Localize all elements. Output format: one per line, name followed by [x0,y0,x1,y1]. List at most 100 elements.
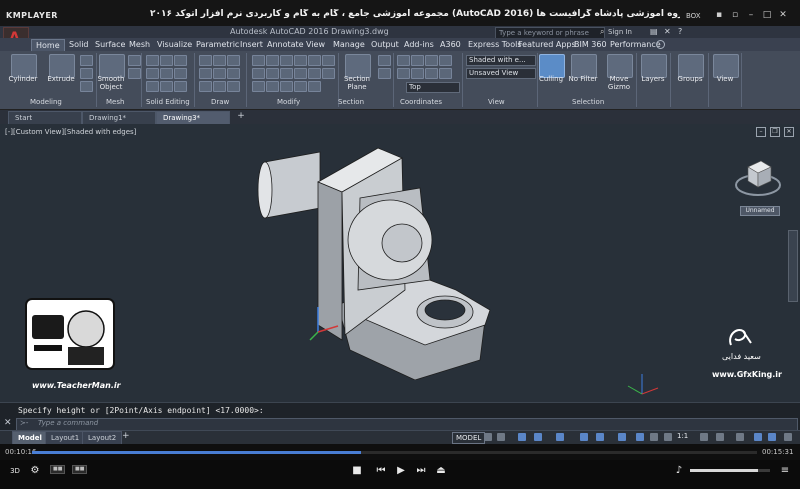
ucs-3point-icon[interactable] [439,68,452,79]
ucs-world-icon[interactable] [411,55,424,66]
copy-icon[interactable] [252,68,265,79]
erase-icon[interactable] [308,55,321,66]
panel-selection[interactable]: Selection [572,98,604,106]
slice-icon[interactable] [174,68,187,79]
annotation-monitor-icon[interactable] [716,433,724,441]
ucs-z-icon[interactable] [425,68,438,79]
culling-button[interactable]: Culling [535,75,567,83]
arc-icon[interactable] [199,68,212,79]
shell-icon[interactable] [160,81,173,92]
model-space-button[interactable]: MODEL [452,432,486,444]
tab-manage[interactable]: Manage [333,39,365,51]
maximize-icon[interactable]: □ [762,10,772,20]
new-layout-icon[interactable]: + [122,431,130,441]
sign-in-button[interactable]: Sign In [608,28,632,36]
offset-icon[interactable] [294,55,307,66]
tab-output[interactable]: Output [371,39,399,51]
no-filter-button[interactable]: No Filter [565,75,601,83]
named-view-combo[interactable]: Unsaved View [466,68,536,79]
skin-icon[interactable]: ▫ [730,10,740,20]
cylinder-button[interactable]: Cylinder [4,75,42,83]
annotation-visibility-icon[interactable] [664,433,672,441]
ucs-icon[interactable] [397,55,410,66]
subtract-icon[interactable] [160,55,173,66]
subtitle-toggle-icon[interactable]: ■■ [50,465,66,474]
panel-modify[interactable]: Modify [277,98,300,106]
spline-icon[interactable] [213,81,226,92]
separate-icon[interactable] [174,81,187,92]
cart-icon[interactable]: ▤ [650,27,658,36]
tab-performance[interactable]: Performance [610,39,661,51]
ucs-y-icon[interactable] [439,55,452,66]
circle-icon[interactable] [227,55,240,66]
stretch-icon[interactable] [322,55,335,66]
chamfer-edge-icon[interactable] [160,68,173,79]
settings-icon[interactable]: ⚙ [28,464,42,478]
tab-visualize[interactable]: Visualize [157,39,192,51]
tab-annotate[interactable]: Annotate [267,39,304,51]
3d-array-icon[interactable] [308,81,321,92]
tab-insert[interactable]: Insert [240,39,263,51]
revolve-icon[interactable] [80,55,93,66]
tab-view[interactable]: View [306,39,325,51]
panel-section[interactable]: Section [338,98,364,106]
panel-view[interactable]: View [488,98,505,106]
ortho-icon[interactable] [534,433,542,441]
isodraft-icon[interactable] [580,433,588,441]
ucs-view-icon[interactable] [411,68,424,79]
smooth-object-button[interactable]: Smooth Object [94,75,128,91]
viewport-close-icon[interactable]: ✕ [784,127,794,137]
object-snap-tracking-icon[interactable] [596,433,604,441]
previous-icon[interactable]: ⏮ [374,464,388,478]
minimize-icon[interactable]: – [746,10,756,20]
audio-toggle-icon[interactable]: ■■ [72,465,88,474]
tab-featured-apps[interactable]: Featured Apps [518,39,576,51]
align-icon[interactable] [252,81,265,92]
new-tab-icon[interactable]: + [236,111,246,121]
transparency-icon[interactable] [650,433,658,441]
file-tab-start[interactable]: Start [8,111,82,125]
panel-solid-editing[interactable]: Solid Editing [146,98,190,106]
union-icon[interactable] [146,55,159,66]
viewcube[interactable] [733,155,783,200]
object-snap-icon[interactable] [618,433,626,441]
workspace-gear-icon[interactable] [700,433,708,441]
sweep-icon[interactable] [80,68,93,79]
layout-tab-layout1[interactable]: Layout1 [45,431,86,445]
viewport-controls-label[interactable]: [-][Custom View][Shaded with edges] [5,128,136,136]
intersect-icon[interactable] [174,55,187,66]
player-box-menu[interactable]: BOX [686,12,701,20]
isolate-objects-icon[interactable] [736,433,744,441]
3d-rotate-icon[interactable] [280,81,293,92]
3d-model[interactable] [250,140,500,380]
view-button[interactable]: View [708,75,742,83]
ribbon-toggle-icon[interactable] [656,40,665,49]
infer-constraints-icon[interactable] [518,433,526,441]
ucs-view-combo[interactable]: Top [406,82,460,93]
ucs-name-menu[interactable]: Unnamed [740,206,780,216]
clean-screen-icon[interactable] [768,433,776,441]
mesh-smooth-less-icon[interactable] [128,68,141,79]
grid-icon[interactable] [484,433,492,441]
visual-style-combo[interactable]: Shaded with e... [466,55,536,66]
section-plane-button[interactable]: Section Plane [338,75,376,91]
move-icon[interactable] [252,55,265,66]
fillet-icon[interactable] [280,68,293,79]
panel-modeling[interactable]: Modeling [30,98,62,106]
live-section-icon[interactable] [378,55,391,66]
tab-mesh[interactable]: Mesh [129,39,150,51]
array-icon[interactable] [322,68,335,79]
explode-icon[interactable] [294,68,307,79]
tab-bim-360[interactable]: BIM 360 [574,39,607,51]
tab-add-ins[interactable]: Add-ins [404,39,434,51]
snap-icon[interactable] [497,433,505,441]
command-prompt-icon[interactable]: ≻- [20,419,28,427]
3d-toggle-icon[interactable]: 3D [8,464,22,478]
groups-button[interactable]: Groups [672,75,708,83]
rectangle-icon[interactable] [213,68,226,79]
customization-menu-icon[interactable] [784,433,792,441]
panel-coordinates[interactable]: Coordinates [400,98,442,106]
3d-mirror-icon[interactable] [294,81,307,92]
layout-tab-model[interactable]: Model [12,431,48,445]
scale-icon[interactable] [308,68,321,79]
